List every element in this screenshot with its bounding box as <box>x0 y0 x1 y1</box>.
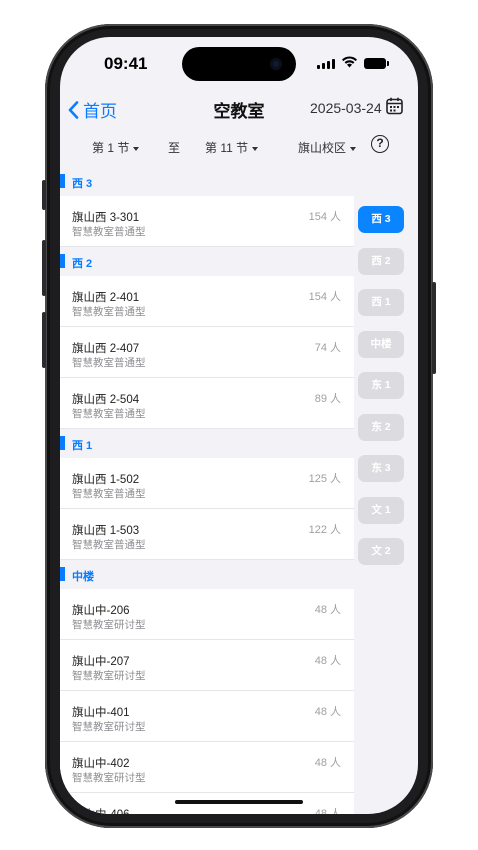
room-type: 智慧教室研讨型 <box>72 721 146 733</box>
section-marker <box>60 436 65 450</box>
room-type: 智慧教室研讨型 <box>72 619 146 631</box>
room-capacity: 74 人 <box>314 342 341 354</box>
room-capacity: 48 人 <box>314 655 341 667</box>
range-separator: 至 <box>168 141 181 155</box>
room-capacity: 48 人 <box>314 808 341 814</box>
help-button[interactable]: ? <box>371 135 389 153</box>
start-period-select[interactable]: 第 1 节 <box>92 139 140 156</box>
section-label: 西 3 <box>72 178 93 190</box>
nav-bar: 首页 空教室 2025-03-24 <box>60 92 418 132</box>
room-name: 旗山西 1-502 <box>72 474 140 486</box>
list-item[interactable]: 旗山中-207 智慧教室研讨型 48 人 <box>60 640 354 691</box>
room-capacity: 89 人 <box>314 393 341 405</box>
room-type: 智慧教室普通型 <box>72 226 146 238</box>
room-type: 智慧教室普通型 <box>72 488 146 500</box>
room-capacity: 48 人 <box>314 706 341 718</box>
room-type: 智慧教室研讨型 <box>72 772 146 784</box>
classroom-list[interactable]: 西 3 旗山西 3-301 智慧教室普通型 154 人西 2 旗山西 2-401 智慧教室… <box>60 167 354 814</box>
room-name: 旗山中-401 <box>72 707 130 719</box>
index-item[interactable]: 文 2 <box>358 538 404 565</box>
home-indicator[interactable] <box>175 800 303 804</box>
filter-bar: 第 1 节 至 第 11 节 旗山校区 ? <box>60 135 418 159</box>
room-type: 智慧教室研讨型 <box>72 670 146 682</box>
camera-icon <box>270 58 282 70</box>
campus-label: 旗山校区 <box>298 141 347 155</box>
section-marker <box>60 567 65 581</box>
list-item[interactable]: 旗山西 1-502 智慧教室普通型 125 人 <box>60 458 354 509</box>
room-name: 旗山西 2-401 <box>72 292 140 304</box>
room-name: 旗山中-406 <box>72 806 130 814</box>
end-period-label: 第 11 节 <box>205 141 249 155</box>
list-item[interactable]: 旗山西 2-504 智慧教室普通型 89 人 <box>60 378 354 429</box>
section-label: 中楼 <box>72 571 94 583</box>
index-item[interactable]: 中楼 <box>358 330 404 358</box>
dynamic-island <box>182 47 296 81</box>
room-name: 旗山西 1-503 <box>72 525 140 537</box>
list-item[interactable]: 旗山中-206 智慧教室研讨型 48 人 <box>60 589 354 640</box>
status-bar: 09:41 <box>60 37 418 87</box>
back-button[interactable]: 首页 <box>68 97 117 122</box>
room-capacity: 125 人 <box>308 473 341 485</box>
room-capacity: 154 人 <box>308 211 341 223</box>
chevron-left-icon <box>68 100 79 119</box>
room-capacity: 48 人 <box>314 757 341 769</box>
room-type: 智慧教室普通型 <box>72 539 146 551</box>
index-item[interactable]: 东 2 <box>358 413 404 441</box>
start-period-label: 第 1 节 <box>92 141 130 155</box>
index-item[interactable]: 西 1 <box>358 289 404 316</box>
index-item[interactable]: 东 1 <box>358 372 404 399</box>
list-item[interactable]: 旗山西 2-407 智慧教室普通型 74 人 <box>60 327 354 378</box>
room-type: 智慧教室普通型 <box>72 408 146 420</box>
index-item[interactable]: 东 3 <box>358 455 404 482</box>
back-label: 首页 <box>83 102 117 121</box>
volume-up-button <box>42 240 46 296</box>
status-time: 09:41 <box>104 54 148 73</box>
caret-down-icon <box>133 146 140 151</box>
section-header: 西 2 <box>60 247 354 276</box>
room-name: 旗山西 2-407 <box>72 343 140 355</box>
section-header: 西 1 <box>60 429 354 458</box>
list-item[interactable]: 旗山中-402 智慧教室研讨型 48 人 <box>60 742 354 793</box>
list-item[interactable]: 旗山西 2-401 智慧教室普通型 154 人 <box>60 276 354 327</box>
section-header: 西 3 <box>60 167 354 196</box>
wifi-icon <box>342 56 357 68</box>
caret-down-icon <box>252 146 259 151</box>
room-type: 智慧教室普通型 <box>72 306 146 318</box>
room-name: 旗山中-402 <box>72 758 130 770</box>
volume-down-button <box>42 312 46 368</box>
silent-switch <box>42 180 46 210</box>
room-name: 旗山中-206 <box>72 605 130 617</box>
room-name: 旗山西 2-504 <box>72 394 140 406</box>
list-item[interactable]: 旗山中-401 智慧教室研讨型 48 人 <box>60 691 354 742</box>
list-item[interactable]: 旗山西 1-503 智慧教室普通型 122 人 <box>60 509 354 560</box>
section-label: 西 2 <box>72 258 93 270</box>
section-label: 西 1 <box>72 440 93 452</box>
section-marker <box>60 254 65 268</box>
battery-icon <box>364 58 389 69</box>
campus-select[interactable]: 旗山校区 <box>298 139 357 156</box>
index-item[interactable]: 西 3 <box>358 206 404 233</box>
index-item[interactable]: 文 1 <box>358 496 404 524</box>
section-header: 中楼 <box>60 560 354 589</box>
index-item[interactable]: 西 2 <box>358 247 404 275</box>
power-button <box>432 282 436 374</box>
cellular-signal-icon <box>317 59 335 69</box>
building-index: 西 3 西 2 西 1 中楼东 1 东 2 东 3 文 1 文 2 <box>358 206 404 580</box>
room-name: 旗山西 3-301 <box>72 212 140 224</box>
room-capacity: 48 人 <box>314 604 341 616</box>
date-label[interactable]: 2025-03-24 <box>310 100 382 116</box>
screen: 09:41 首页 空教室 2025-03-24 第 1 节 至 第 11 节 旗… <box>60 37 418 814</box>
caret-down-icon <box>350 146 357 151</box>
calendar-icon[interactable] <box>386 97 403 115</box>
list-item[interactable]: 旗山西 3-301 智慧教室普通型 154 人 <box>60 196 354 247</box>
room-name: 旗山中-207 <box>72 656 130 668</box>
room-capacity: 154 人 <box>308 291 341 303</box>
end-period-select[interactable]: 第 11 节 <box>205 139 259 156</box>
room-capacity: 122 人 <box>308 524 341 536</box>
section-marker <box>60 174 65 188</box>
room-type: 智慧教室普通型 <box>72 357 146 369</box>
